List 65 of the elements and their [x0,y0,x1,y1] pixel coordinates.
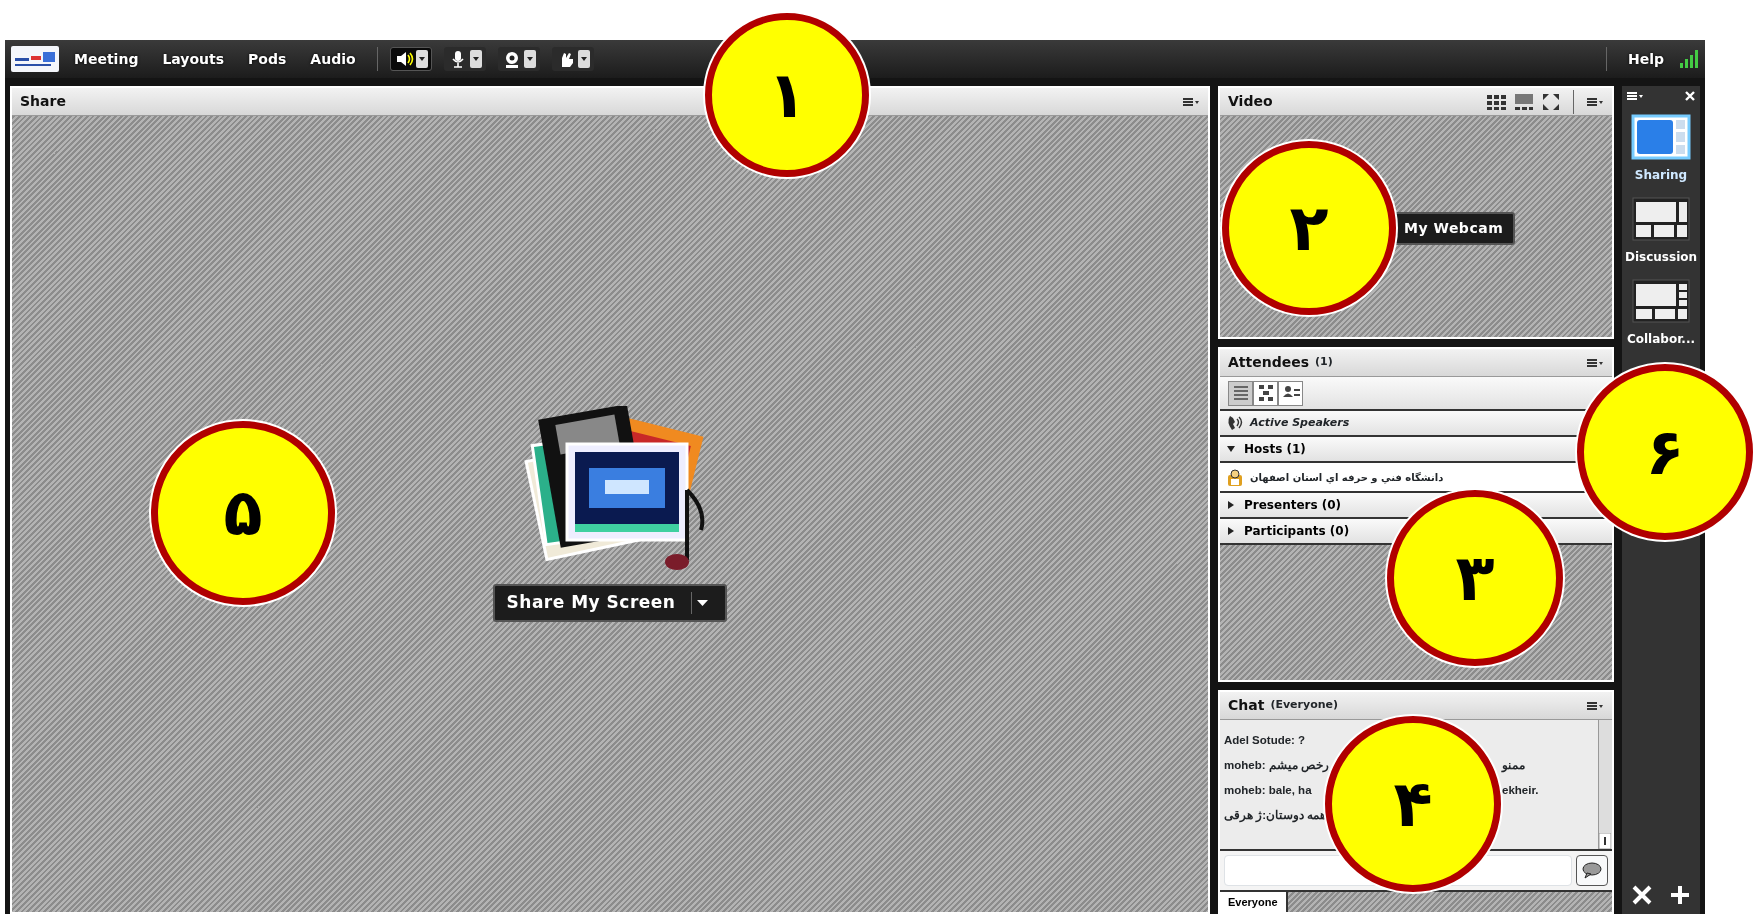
chat-message: ممنو [1502,757,1526,775]
filmstrip-view-icon[interactable] [1513,91,1535,112]
phone-icon [1226,414,1244,432]
attendee-count: (1) [1315,354,1333,371]
logo-icon [11,46,59,72]
layout-thumbnail-icon [1631,196,1691,242]
caret-icon [469,50,482,68]
collapsed-arrow-icon [1226,500,1236,510]
share-screen-button[interactable]: Share My Screen [492,584,728,622]
menu-icon[interactable] [1586,699,1604,712]
speech-bubble-icon [1581,861,1603,879]
layout-thumbnail-icon [1631,278,1691,324]
add-icon[interactable] [1669,884,1691,906]
layout-option[interactable]: Sharing [1631,114,1691,184]
chat-scope: (Everyone) [1270,697,1339,714]
attendee-name: دانشگاه فني و حرفه اي استان اصفهان [1250,470,1444,485]
collapsed-arrow-icon [1226,526,1236,536]
fullscreen-icon[interactable] [1541,91,1561,112]
microphone-button[interactable] [443,47,486,71]
caret-icon [523,50,536,68]
attendee-group[interactable]: Hosts (1) [1226,440,1306,458]
annotation-marker: ۱ [705,13,869,177]
view-button[interactable] [1278,380,1303,406]
view-button[interactable] [1253,380,1278,406]
caret-icon [577,50,590,68]
pod-title: Chat [1228,696,1265,715]
pod-title: Share [20,92,66,111]
webcam-button[interactable] [497,47,540,71]
menu-item[interactable]: Meeting [65,46,148,72]
menu-item[interactable]: Pods [239,46,296,72]
signal-icon [1679,49,1699,69]
menu-icon[interactable] [1626,90,1644,102]
group-label: Hosts (1) [1244,441,1306,458]
hand-button[interactable] [551,47,594,71]
group-label: Presenters (0) [1244,497,1342,514]
layout-option[interactable]: Collabor... [1626,278,1696,348]
layout-thumbnail-icon [1631,114,1691,160]
send-button[interactable] [1576,854,1608,886]
caret-icon [415,50,428,68]
menu-icon[interactable] [1182,95,1200,108]
scroll-thumb-icon[interactable] [1599,832,1611,849]
host-icon [1226,467,1244,487]
active-speakers-label: Active Speakers [1250,414,1350,431]
menu-icon[interactable] [1586,356,1604,369]
layout-option[interactable]: Discussion [1624,196,1698,266]
view-button[interactable] [1228,380,1253,406]
menu-item[interactable]: Layouts [153,46,234,72]
help-menu[interactable]: Help [1618,46,1673,72]
list-icon [1231,383,1250,403]
chat-tab[interactable]: Everyone [1220,891,1288,912]
tools-icon[interactable] [1631,884,1653,906]
group-label: Participants (0) [1244,523,1350,540]
map-icon [1256,383,1275,403]
pod-title: Attendees [1228,353,1310,372]
close-icon[interactable] [1684,90,1696,102]
chat-message: moheb: bale, ha [1224,782,1313,798]
expanded-arrow-icon [1226,444,1236,454]
scrollbar[interactable] [1598,720,1612,849]
speaker-button[interactable] [389,47,432,71]
pod-title: Video [1228,92,1273,111]
menu-item[interactable]: Audio [301,46,365,72]
chat-message: ekheir. [1502,782,1540,798]
menu-icon[interactable] [1586,95,1604,108]
chat-message: Adel Sotude: ? [1224,732,1307,748]
annotation-marker: ۶ [1577,364,1753,540]
